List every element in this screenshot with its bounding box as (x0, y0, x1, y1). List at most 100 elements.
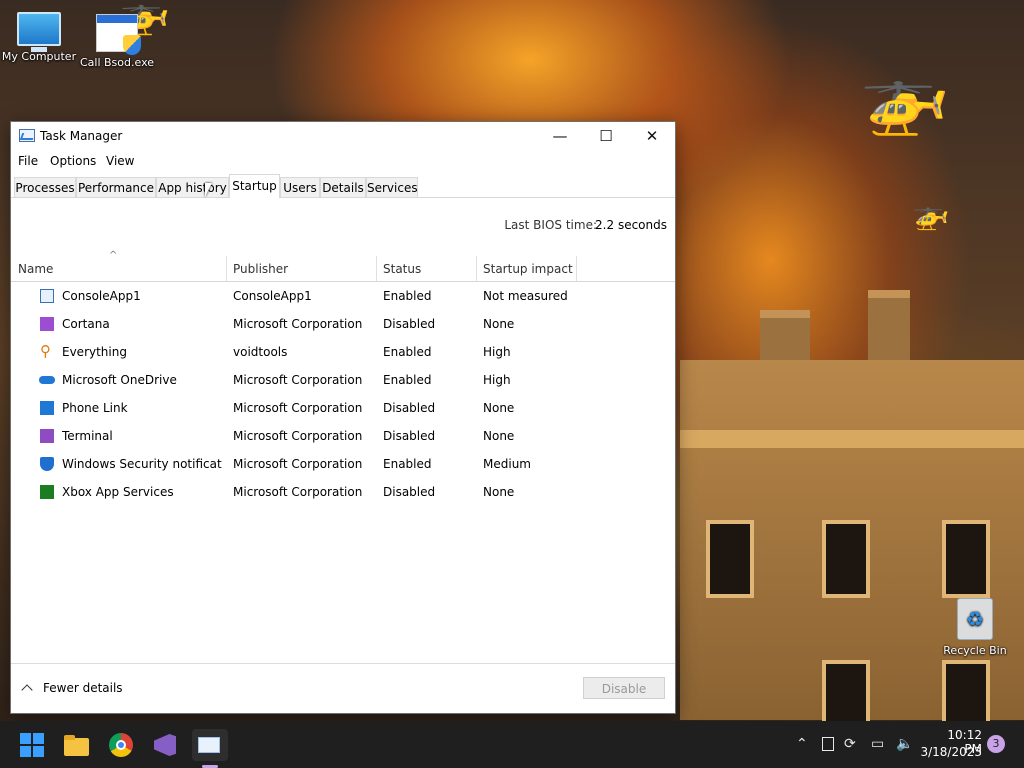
mouse-cursor-icon (205, 183, 212, 197)
tab-users[interactable]: Users (280, 177, 320, 197)
row-publisher: Microsoft Corporation (233, 429, 363, 443)
tab-services[interactable]: Services (366, 177, 418, 197)
row-name: ConsoleApp1 (62, 289, 141, 303)
notification-badge[interactable]: 3 (987, 735, 1005, 753)
phone-link-icon (40, 401, 54, 415)
row-status: Enabled (383, 373, 432, 387)
window-title: Task Manager (40, 129, 123, 143)
sync-icon[interactable]: ⟳ (844, 736, 856, 752)
console-app-icon (40, 289, 54, 303)
volume-icon[interactable]: 🔈 (896, 736, 913, 752)
table-row[interactable]: Windows Security notificati... Microsoft… (11, 450, 675, 478)
bios-time-label: Last BIOS time: (504, 218, 597, 232)
exe-shield-icon (96, 14, 141, 55)
row-publisher: Microsoft Corporation (233, 317, 363, 331)
column-header-name[interactable]: Name (11, 263, 226, 281)
cortana-icon (40, 317, 54, 331)
helicopter-icon: 🚁 (860, 54, 950, 138)
tab-details[interactable]: Details (320, 177, 366, 197)
xbox-icon (40, 485, 54, 499)
table-row[interactable]: Phone Link Microsoft Corporation Disable… (11, 394, 675, 422)
network-icon[interactable]: ▭ (871, 736, 884, 752)
table-row[interactable]: Cortana Microsoft Corporation Disabled N… (11, 310, 675, 338)
desktop-icon-label: Call Bsod.exe (79, 56, 155, 69)
chevron-up-icon (21, 684, 33, 696)
minimize-button[interactable]: — (537, 122, 583, 150)
row-status: Enabled (383, 345, 432, 359)
monitor-icon (17, 12, 61, 52)
row-status: Enabled (383, 457, 432, 471)
start-icon[interactable] (16, 729, 48, 761)
row-startup-impact: None (483, 317, 515, 331)
chimney (868, 290, 910, 368)
desktop-icon-call-bsod[interactable]: Call Bsod.exe (79, 14, 155, 69)
desktop-icon-recycle-bin[interactable]: ♻ Recycle Bin (937, 598, 1013, 657)
chevron-up-icon[interactable]: ⌃ (796, 736, 808, 752)
cloud-icon (39, 376, 55, 384)
row-startup-impact: High (483, 373, 511, 387)
row-startup-impact: None (483, 485, 515, 499)
tab-app-history[interactable]: App history (156, 177, 229, 197)
task-manager-window: Task Manager — ☐ ✕ File Options View Pro… (10, 121, 676, 714)
row-name: Cortana (62, 317, 110, 331)
taskbar: ⌃ ⟳ ▭ 🔈 10:12 PM 3/18/2023 3 (0, 721, 1024, 768)
row-name: Xbox App Services (62, 485, 174, 499)
tab-startup[interactable]: Startup (229, 174, 280, 198)
shield-icon (40, 457, 54, 471)
menu-file[interactable]: File (18, 154, 38, 168)
search-icon: ⚲ (40, 342, 51, 360)
row-publisher: Microsoft Corporation (233, 457, 363, 471)
row-status: Enabled (383, 289, 432, 303)
table-row[interactable]: ⚲ Everything voidtools Enabled High (11, 338, 675, 366)
column-header-publisher[interactable]: Publisher (226, 263, 376, 281)
row-status: Disabled (383, 485, 436, 499)
table-row[interactable]: Terminal Microsoft Corporation Disabled … (11, 422, 675, 450)
title-bar[interactable]: Task Manager — ☐ ✕ (11, 122, 675, 150)
row-startup-impact: Medium (483, 457, 531, 471)
chrome-icon[interactable] (105, 729, 137, 761)
close-button[interactable]: ✕ (629, 122, 675, 150)
column-header-status[interactable]: Status (376, 263, 476, 281)
menu-view[interactable]: View (106, 154, 134, 168)
task-manager-icon (19, 129, 35, 142)
row-status: Disabled (383, 401, 436, 415)
row-startup-impact: None (483, 401, 515, 415)
row-startup-impact: High (483, 345, 511, 359)
table-row[interactable]: Microsoft OneDrive Microsoft Corporation… (11, 366, 675, 394)
row-publisher: ConsoleApp1 (233, 289, 312, 303)
table-row[interactable]: Xbox App Services Microsoft Corporation … (11, 478, 675, 506)
task-manager-icon[interactable] (192, 729, 228, 768)
file-explorer-icon[interactable] (60, 729, 92, 761)
row-startup-impact: None (483, 429, 515, 443)
fewer-details-label: Fewer details (43, 681, 123, 695)
desktop-icon-label: Recycle Bin (943, 644, 1007, 657)
row-publisher: voidtools (233, 345, 288, 359)
tab-performance[interactable]: Performance (76, 177, 156, 197)
menu-options[interactable]: Options (50, 154, 96, 168)
row-publisher: Microsoft Corporation (233, 373, 363, 387)
row-publisher: Microsoft Corporation (233, 401, 363, 415)
bios-time-value: 2.2 seconds (595, 218, 667, 232)
tab-processes[interactable]: Processes (14, 177, 76, 197)
desktop-icon-my-computer[interactable]: My Computer (1, 12, 77, 63)
table-row[interactable]: ConsoleApp1 ConsoleApp1 Enabled Not meas… (11, 282, 675, 310)
column-header-startup-impact[interactable]: Startup impact (476, 263, 576, 281)
helicopter-icon: 🚁 (912, 197, 950, 232)
disable-button[interactable]: Disable (583, 677, 665, 699)
visual-studio-icon[interactable] (149, 729, 181, 761)
recycle-bin-icon: ♻ (957, 598, 993, 640)
row-name: Everything (62, 345, 127, 359)
tablet-icon[interactable] (822, 737, 834, 751)
row-publisher: Microsoft Corporation (233, 485, 363, 499)
maximize-button[interactable]: ☐ (583, 122, 629, 150)
menu-bar: File Options View (11, 150, 675, 172)
row-name: Phone Link (62, 401, 128, 415)
fewer-details-button[interactable]: Fewer details (21, 681, 123, 696)
clock-date[interactable]: 3/18/2023 (920, 745, 982, 759)
row-name: Microsoft OneDrive (62, 373, 177, 387)
building (680, 360, 1024, 738)
sort-ascending-icon: ^ (109, 250, 118, 261)
row-status: Disabled (383, 429, 436, 443)
row-name: Terminal (62, 429, 113, 443)
terminal-icon (40, 429, 54, 443)
